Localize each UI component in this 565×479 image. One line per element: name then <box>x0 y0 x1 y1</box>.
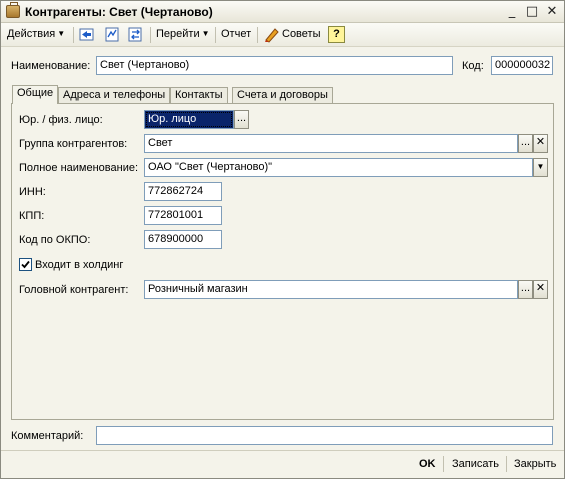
toolbar-separator <box>73 27 74 43</box>
report-button[interactable]: Отчет <box>221 28 251 40</box>
save-button[interactable]: Записать <box>452 458 499 470</box>
holding-checkbox[interactable] <box>19 258 32 271</box>
footer-separator <box>443 456 444 472</box>
full-name-label: Полное наименование: <box>19 162 139 174</box>
help-icon[interactable]: ? <box>328 26 345 43</box>
goto-menu[interactable]: Перейти ▼ <box>156 28 210 40</box>
tab-contacts[interactable]: Контакты <box>170 87 228 103</box>
name-input[interactable]: Свет (Чертаново) <box>96 56 453 75</box>
parent-select-button[interactable]: ... <box>518 280 533 299</box>
group-label: Группа контрагентов: <box>19 138 128 150</box>
minimize-button[interactable]: _ <box>504 4 520 20</box>
name-label: Наименование: <box>11 60 91 72</box>
tips-book-icon <box>265 28 279 43</box>
code-input[interactable]: 000000032 <box>491 56 553 75</box>
back-arrow-icon[interactable] <box>78 26 95 43</box>
close-button[interactable]: Закрыть <box>514 458 556 470</box>
parent-clear-button[interactable]: ✕ <box>533 280 548 299</box>
chevron-down-icon: ▼ <box>201 29 210 38</box>
toolbar-separator <box>215 27 216 43</box>
chevron-down-icon: ▼ <box>57 29 66 38</box>
tab-accounts[interactable]: Счета и договоры <box>232 87 333 103</box>
parent-input[interactable]: Розничный магазин <box>144 280 518 299</box>
tips-button[interactable]: Советы <box>282 28 320 40</box>
group-clear-button[interactable]: ✕ <box>533 134 548 153</box>
comment-input[interactable] <box>96 426 553 445</box>
briefcase-icon <box>6 2 20 18</box>
maximize-button[interactable]: □ <box>524 4 540 20</box>
legal-type-label: Юр. / физ. лицо: <box>19 114 103 126</box>
tab-addresses[interactable]: Адреса и телефоны <box>58 87 171 103</box>
toolbar: Действия ▼ Перейти ▼ Отчет Советы ? <box>1 23 564 47</box>
document-edit-icon[interactable] <box>104 26 121 43</box>
kpp-label: КПП: <box>19 210 45 222</box>
parent-label: Головной контрагент: <box>19 284 129 296</box>
refresh-copy-icon[interactable] <box>127 26 144 43</box>
legal-type-select-button[interactable]: ... <box>234 110 249 129</box>
inn-input[interactable]: 772862724 <box>144 182 222 201</box>
footer-separator <box>506 456 507 472</box>
goto-menu-label: Перейти <box>156 28 200 40</box>
actions-menu-label: Действия <box>7 28 56 40</box>
full-name-input[interactable]: ОАО "Свет (Чертаново)" <box>144 158 533 177</box>
toolbar-separator <box>150 27 151 43</box>
group-select-button[interactable]: ... <box>518 134 533 153</box>
close-window-button[interactable]: ✕ <box>544 4 560 20</box>
tab-general[interactable]: Общие <box>12 85 59 104</box>
group-input[interactable]: Свет <box>144 134 518 153</box>
counterparty-window: Контрагенты: Свет (Чертаново) _ □ ✕ Дейс… <box>0 0 565 479</box>
okpo-input[interactable]: 678900000 <box>144 230 222 249</box>
legal-type-input[interactable]: Юр. лицо <box>144 110 234 129</box>
checkmark-icon <box>21 260 30 269</box>
okpo-label: Код по ОКПО: <box>19 234 91 246</box>
actions-menu[interactable]: Действия ▼ <box>7 28 65 40</box>
inn-label: ИНН: <box>19 186 46 198</box>
footer-divider <box>1 450 564 451</box>
title-bar: Контрагенты: Свет (Чертаново) _ □ ✕ <box>1 1 564 23</box>
window-title: Контрагенты: Свет (Чертаново) <box>25 5 213 19</box>
code-label: Код: <box>462 60 484 72</box>
full-name-dropdown-button[interactable]: ▼ <box>533 158 548 177</box>
kpp-input[interactable]: 772801001 <box>144 206 222 225</box>
comment-label: Комментарий: <box>11 430 84 442</box>
toolbar-separator <box>257 27 258 43</box>
holding-label: Входит в холдинг <box>35 259 124 271</box>
ok-button[interactable]: OK <box>419 458 436 470</box>
